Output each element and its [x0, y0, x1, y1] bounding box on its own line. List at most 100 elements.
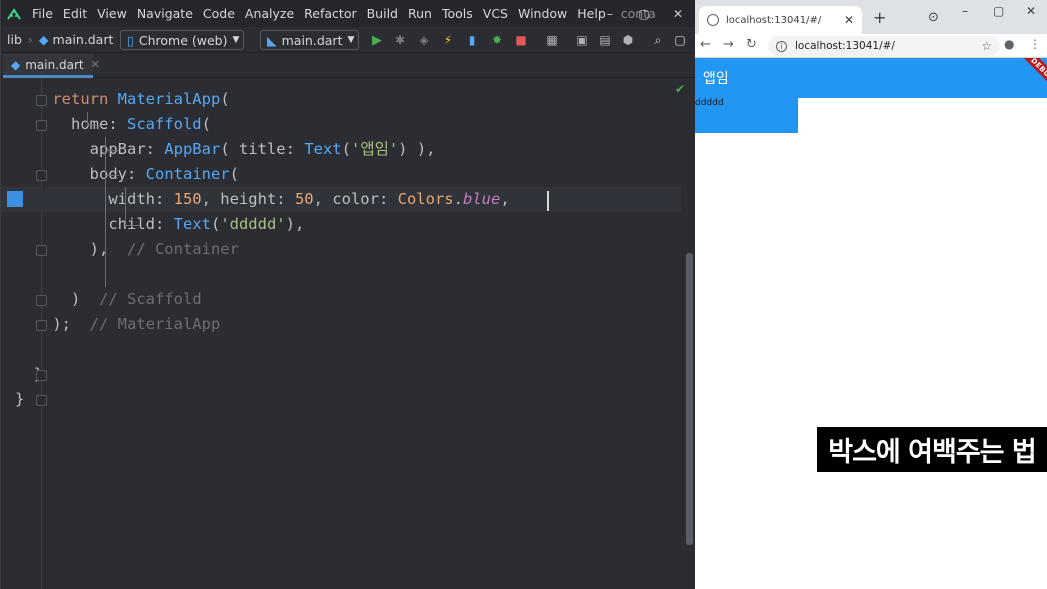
fold-marker-icon[interactable]	[36, 120, 47, 131]
breadcrumb-main-dart[interactable]: ◆ main.dart	[33, 32, 119, 47]
profile-avatar-icon[interactable]: ●	[1004, 37, 1014, 51]
menu-view[interactable]: View	[92, 6, 132, 21]
device-manager-icon[interactable]: ▤	[596, 31, 614, 49]
code-token: 50	[294, 190, 314, 208]
attach-debugger-icon[interactable]: ✸	[488, 31, 506, 49]
code-line: }	[1, 387, 681, 412]
device-icon: ▯	[127, 32, 134, 48]
tab-main-dart[interactable]: ◆ main.dart ✕	[3, 54, 100, 78]
flutter-icon: ◣	[267, 32, 277, 48]
close-tab-icon[interactable]: ✕	[844, 13, 854, 27]
text-caret	[547, 191, 549, 211]
browser-minimize-button[interactable]: –	[962, 4, 968, 18]
code-token: width:	[15, 190, 174, 208]
menu-refactor[interactable]: Refactor	[299, 6, 361, 21]
code-token: Scaffold	[126, 115, 202, 133]
code-token: Colors	[397, 190, 454, 208]
code-token: (	[341, 140, 351, 158]
fold-marker-icon[interactable]	[36, 370, 47, 381]
close-tab-icon[interactable]: ✕	[91, 58, 100, 71]
reload-icon[interactable]: ↻	[746, 37, 757, 52]
hot-restart-icon[interactable]: ▮	[463, 31, 481, 49]
ide-close-button[interactable]: ✕	[661, 0, 695, 27]
address-bar[interactable]: i localhost:13041/#/ ☆	[768, 36, 1000, 56]
container-text: ddddd	[695, 98, 724, 108]
back-arrow-icon[interactable]: ←	[700, 37, 711, 52]
dart-file-icon: ◆	[11, 57, 21, 72]
stop-icon[interactable]: ■	[512, 31, 530, 49]
menu-build[interactable]: Build	[362, 6, 403, 21]
menu-window[interactable]: Window	[513, 6, 572, 21]
device-selector-dropdown[interactable]: ▯ Chrome (web) ▼	[120, 30, 244, 50]
ide-minimize-button[interactable]: –	[593, 0, 627, 27]
code-editor[interactable]: return MaterialApp( home: Scaffold( appB…	[1, 78, 696, 589]
browser-menu-icon[interactable]: ⋮	[1029, 37, 1041, 51]
menu-file[interactable]: File	[27, 6, 58, 21]
menu-analyze[interactable]: Analyze	[240, 6, 299, 21]
video-caption: 박스에 여백주는 법	[817, 427, 1047, 472]
code-token: }	[15, 390, 25, 408]
fold-marker-icon[interactable]	[36, 245, 47, 256]
sdk-manager-icon[interactable]: ⬢	[619, 31, 637, 49]
menu-navigate[interactable]: Navigate	[132, 6, 198, 21]
ide-window: File Edit View Navigate Code Analyze Ref…	[0, 0, 696, 589]
run-icon[interactable]: ▶	[368, 31, 386, 49]
code-token: MaterialApp	[117, 90, 221, 108]
fold-marker-icon[interactable]	[36, 170, 47, 181]
debug-icon[interactable]: ✱	[391, 31, 409, 49]
fold-marker-icon[interactable]	[36, 320, 47, 331]
new-tab-button[interactable]: +	[873, 8, 886, 27]
browser-tab[interactable]: localhost:13041/#/ ✕	[699, 6, 862, 34]
fold-marker-icon[interactable]	[36, 295, 47, 306]
browser-close-button[interactable]: ✕	[1026, 4, 1036, 18]
terminal-icon[interactable]: ▣	[573, 31, 591, 49]
android-studio-logo-icon	[1, 0, 27, 27]
dart-file-icon: ◆	[38, 32, 49, 47]
menu-tools[interactable]: Tools	[437, 6, 478, 21]
code-token: // Container	[126, 240, 239, 258]
ide-menubar: File Edit View Navigate Code Analyze Ref…	[1, 0, 696, 27]
code-token: // Scaffold	[99, 290, 202, 308]
editor-tab-bar: ◆ main.dart ✕	[1, 54, 696, 78]
account-icon[interactable]: ▢	[671, 31, 689, 49]
menu-run[interactable]: Run	[403, 6, 437, 21]
fold-marker-icon[interactable]	[36, 395, 47, 406]
tab-search-icon[interactable]: ⊙	[928, 10, 939, 25]
site-info-icon[interactable]: i	[776, 40, 787, 52]
code-token: child:	[15, 215, 174, 233]
code-token: , color:	[313, 190, 398, 208]
code-token: Text	[304, 140, 342, 158]
fold-marker-icon[interactable]	[36, 95, 47, 106]
project-structure-icon[interactable]: ▦	[543, 31, 561, 49]
app-bar-title: 앱임	[703, 71, 729, 87]
editor-scrollbar[interactable]	[686, 253, 693, 545]
bookmark-star-icon[interactable]: ☆	[981, 39, 992, 53]
code-token: Text	[173, 215, 211, 233]
no-problems-check-icon: ✔	[675, 82, 686, 96]
code-token: , height:	[201, 190, 295, 208]
color-preview-swatch[interactable]	[7, 191, 23, 207]
browser-toolbar: ← → ↻ i localhost:13041/#/ ☆ ● ⋮	[695, 34, 1047, 58]
code-line: appBar: AppBar( title: Text('앱임') ),	[1, 137, 681, 162]
forward-arrow-icon[interactable]: →	[723, 37, 734, 52]
code-token: appBar:	[15, 140, 165, 158]
code-token: );	[15, 315, 90, 333]
breadcrumb-lib[interactable]: lib	[1, 32, 28, 47]
code-line: return MaterialApp(	[1, 87, 681, 112]
indent-guide	[105, 175, 119, 176]
code-token: )	[15, 290, 99, 308]
run-config-dropdown[interactable]: ◣ main.dart ▼	[260, 30, 359, 50]
code-token: Container	[145, 165, 230, 183]
menu-edit[interactable]: Edit	[58, 6, 92, 21]
chevron-down-icon: ▼	[347, 35, 355, 45]
search-icon[interactable]: ⌕	[649, 31, 667, 49]
ide-toolbar: lib › ◆ main.dart ▯ Chrome (web) ▼ ◣ mai…	[1, 27, 696, 53]
code-token: (	[229, 165, 239, 183]
menu-vcs[interactable]: VCS	[478, 6, 513, 21]
ide-maximize-button[interactable]: ▢	[627, 0, 661, 27]
browser-maximize-button[interactable]: ▢	[993, 4, 1004, 18]
code-token: 150	[173, 190, 202, 208]
hot-reload-icon[interactable]: ⚡	[439, 31, 457, 49]
coverage-icon[interactable]: ◈	[415, 31, 433, 49]
menu-code[interactable]: Code	[198, 6, 240, 21]
